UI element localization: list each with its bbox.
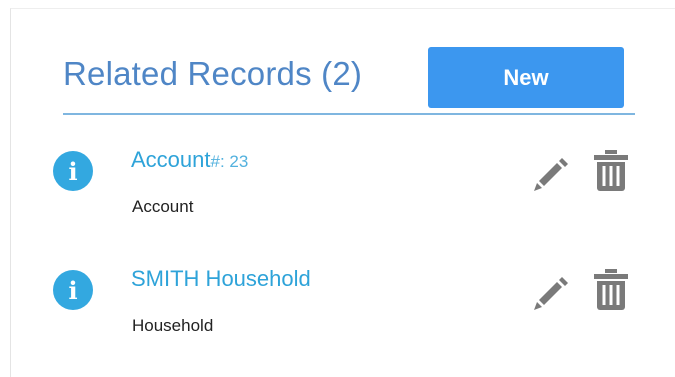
record-item-account: i Account#: 23 Account [53,147,643,227]
record-number: #: 23 [210,152,249,171]
info-icon[interactable]: i [53,270,93,310]
record-name: SMITH Household [131,266,311,291]
info-icon[interactable]: i [53,151,93,191]
pencil-icon[interactable] [531,151,571,191]
record-type: Household [132,316,214,335]
trash-icon[interactable] [591,149,631,191]
record-name: Account [131,147,211,172]
pencil-icon[interactable] [531,270,571,310]
record-item-household: i SMITH Household Household [53,266,643,346]
record-link[interactable]: SMITH Household [131,266,311,292]
panel-header: Related Records (2) New [63,47,635,115]
record-type: Account [132,197,194,216]
trash-icon[interactable] [591,268,631,310]
record-link[interactable]: Account#: 23 [131,147,248,173]
new-record-button[interactable]: New [428,47,624,108]
panel-title: Related Records (2) [63,55,363,92]
related-records-panel: Related Records (2) New i Account#: 23 A… [10,8,675,377]
